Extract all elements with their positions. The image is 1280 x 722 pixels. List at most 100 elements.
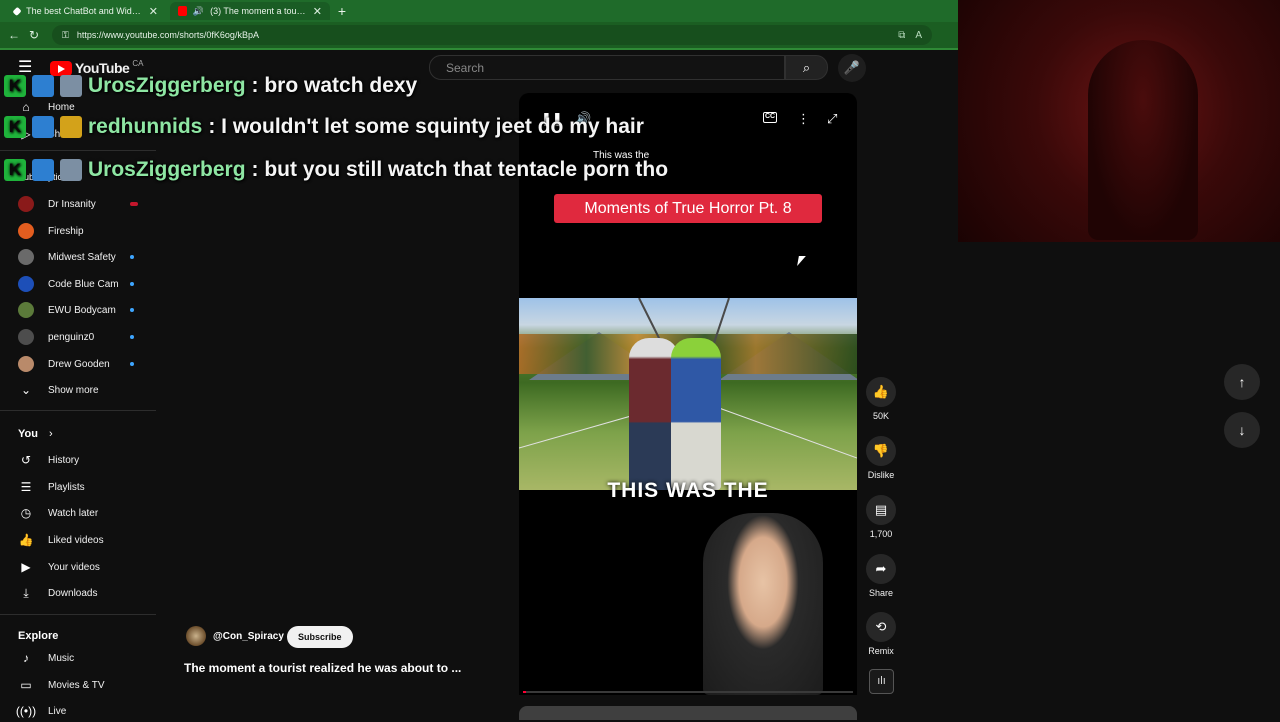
share-label: Share (868, 588, 894, 598)
sidebar-item-ewu-bodycam[interactable]: EWU Bodycam (18, 299, 148, 321)
subscriber-badge-icon (60, 75, 82, 97)
close-icon[interactable]: ✕ (313, 5, 322, 18)
sidebar-item-penguinz0[interactable]: penguinz0 (18, 326, 148, 348)
sidebar-item-label: EWU Bodycam (48, 304, 116, 316)
captions-icon[interactable]: CC (763, 112, 777, 123)
movies-icon: ▭ (20, 678, 32, 692)
thumbs-down-icon: 👎 (866, 436, 896, 466)
kick-badge-icon: K (4, 75, 26, 97)
chat-text: : I wouldn't let some squinty jeet do my… (208, 115, 644, 138)
liked-icon: 👍 (18, 533, 34, 547)
sidebar-item-movies-tv[interactable]: ▭ Movies & TV (18, 674, 148, 696)
sidebar-item-dr-insanity[interactable]: Dr Insanity (18, 193, 148, 215)
playlists-icon: ☰ (20, 480, 32, 494)
sidebar-item-downloads[interactable]: ⤓ Downloads (18, 582, 148, 604)
speaker-icon[interactable]: 🔊 (193, 6, 204, 17)
url-field[interactable]: ⚿ https://www.youtube.com/shorts/0fK6og/… (52, 25, 932, 45)
explore-heading: Explore (18, 630, 59, 642)
browser-tab-bar: The best ChatBot and Widgets fo ✕ 🔊 (3) … (0, 0, 958, 22)
previous-short-button[interactable]: ↑ (1224, 364, 1260, 400)
remix-label: Remix (868, 646, 894, 656)
sidebar-item-watch-later[interactable]: ◷ Watch later (18, 502, 148, 524)
sidebar-item-liked-videos[interactable]: 👍 Liked videos (18, 529, 148, 551)
thumbs-up-icon: 👍 (866, 377, 896, 407)
verified-badge-icon (32, 159, 54, 181)
microphone-icon[interactable]: 🎤 (838, 54, 866, 82)
search-input[interactable]: Search (429, 55, 785, 80)
sidebar-item-label: Playlists (48, 481, 85, 493)
browser-frame-border (0, 48, 958, 50)
sidebar-item-live[interactable]: ((•)) Live (16, 700, 148, 722)
show-more-button[interactable]: ⌄ Show more (18, 379, 148, 401)
sidebar-item-code-blue-cam[interactable]: Code Blue Cam (18, 273, 148, 295)
download-icon: ⤓ (23, 585, 29, 600)
sidebar-item-label: Drew Gooden (48, 358, 110, 370)
sidebar: ⌂ Home ▷ Shorts Subscriptions › Dr Insan… (0, 94, 156, 720)
sidebar-item-history[interactable]: ↺ History (18, 449, 148, 471)
like-count: 50K (872, 411, 889, 421)
avatar (18, 356, 34, 372)
you-heading[interactable]: You › (18, 428, 53, 440)
sound-icon[interactable]: ılı (869, 669, 894, 694)
sidebar-item-label: Live (48, 705, 67, 717)
sidebar-item-drew-gooden[interactable]: Drew Gooden (18, 353, 148, 375)
more-options-icon[interactable]: ⋮ (797, 111, 810, 127)
new-tab-button[interactable]: + (333, 2, 351, 20)
chatbot-favicon-icon (12, 6, 22, 16)
subscribe-button[interactable]: Subscribe (287, 626, 353, 648)
channel-handle[interactable]: @Con_Spiracy (213, 631, 284, 642)
video-progress-bar[interactable] (523, 691, 853, 693)
fullscreen-icon[interactable]: ⤢ (827, 111, 837, 127)
sidebar-item-midwest-safety[interactable]: Midwest Safety (18, 246, 148, 268)
refresh-icon[interactable]: ↻ (24, 25, 44, 45)
live-indicator-icon (130, 202, 138, 206)
read-aloud-icon[interactable]: A (915, 30, 922, 41)
channel-avatar[interactable] (186, 626, 206, 646)
sidebar-item-label: Liked videos (48, 534, 104, 546)
new-content-dot-icon (130, 362, 134, 366)
sidebar-item-playlists[interactable]: ☰ Playlists (18, 476, 148, 498)
browser-tab-youtube[interactable]: 🔊 (3) The moment a tourist re ✕ (170, 2, 330, 20)
sidebar-item-music[interactable]: ♪ Music (18, 647, 148, 669)
divider (0, 410, 156, 411)
creator-facecam (703, 513, 823, 695)
video-title[interactable]: The moment a tourist realized he was abo… (184, 661, 461, 675)
sidebar-item-your-videos[interactable]: ▶ Your videos (18, 556, 148, 578)
avatar (18, 223, 34, 239)
verified-badge-icon (32, 116, 54, 138)
chat-username: UrosZiggerberg (88, 158, 246, 181)
dislike-button[interactable]: 👎 Dislike (862, 436, 900, 480)
sidebar-item-fireship[interactable]: Fireship (18, 220, 148, 242)
new-content-dot-icon (130, 308, 134, 312)
chat-message: K redhunnids : I wouldn't let some squin… (4, 113, 644, 141)
back-icon[interactable]: ← (4, 25, 24, 45)
sidebar-item-label: Code Blue Cam (48, 278, 119, 290)
you-title: You (18, 428, 38, 440)
browser-tab-chatbot[interactable]: The best ChatBot and Widgets fo ✕ (6, 2, 166, 20)
webcam-person (1088, 40, 1198, 240)
webcam-overlay (958, 0, 1280, 242)
next-short-preview[interactable] (519, 706, 857, 720)
new-content-dot-icon (130, 335, 134, 339)
sidebar-item-label: Watch later (48, 507, 99, 519)
verified-badge-icon (32, 75, 54, 97)
share-button[interactable]: ➦ Share (862, 554, 900, 598)
sidebar-item-label: Music (48, 652, 75, 664)
close-icon[interactable]: ✕ (149, 5, 158, 18)
address-bar-row: ← ↻ ⚿ https://www.youtube.com/shorts/0fK… (0, 22, 958, 48)
subscriber-badge-icon (60, 159, 82, 181)
youtube-favicon-icon (178, 6, 187, 16)
open-in-app-icon[interactable]: ⧉ (898, 30, 905, 41)
remix-button[interactable]: ⟲ Remix (862, 612, 900, 656)
gold-badge-icon (60, 116, 82, 138)
region-code: CA (132, 58, 144, 68)
search-icon[interactable]: ⌕ (785, 55, 828, 80)
chat-message: K UrosZiggerberg : but you still watch t… (4, 156, 668, 184)
like-button[interactable]: 👍 50K (862, 377, 900, 421)
next-short-button[interactable]: ↓ (1224, 412, 1260, 448)
site-info-icon[interactable]: ⚿ (62, 30, 69, 41)
comments-button[interactable]: ▤ 1,700 (862, 495, 900, 539)
divider (0, 150, 156, 151)
sidebar-item-label: Fireship (48, 225, 84, 237)
sidebar-item-label: History (48, 454, 80, 466)
